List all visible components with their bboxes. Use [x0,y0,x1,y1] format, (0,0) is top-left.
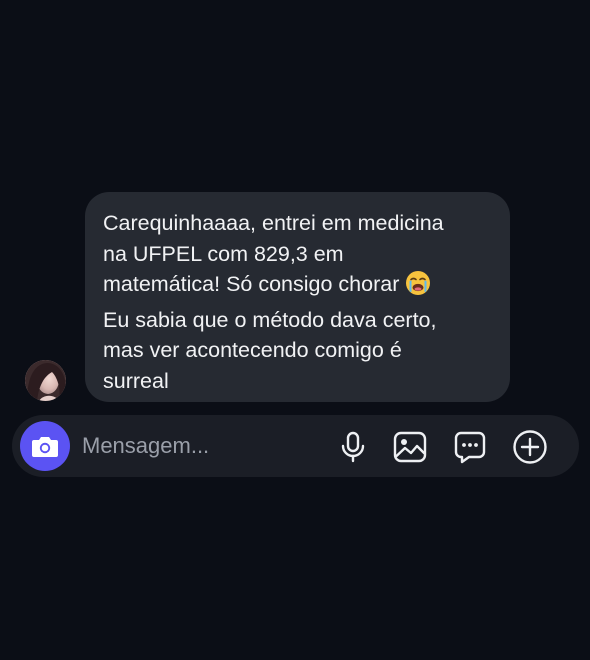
message-input[interactable] [82,428,312,464]
microphone-button[interactable] [335,429,371,465]
chat-bubble-icon [454,431,486,464]
message-bubble[interactable]: Carequinhaaaa, entrei em medicina na UFP… [85,192,510,402]
message-composer [12,415,579,477]
image-icon [393,431,427,463]
sticker-button[interactable] [452,429,488,465]
add-button[interactable] [512,429,548,465]
message-line-text: matemática! Só consigo chorar [103,272,400,296]
message-line: na UFPEL com 829,3 em [103,241,344,266]
microphone-icon [341,431,365,463]
message-line: surreal [103,368,169,393]
sender-avatar[interactable] [25,360,66,401]
camera-button[interactable] [20,421,70,471]
plus-circle-icon [513,430,547,464]
message-line: mas ver acontecendo comigo é [103,338,402,362]
camera-icon [32,437,58,457]
avatar-photo [25,360,66,401]
message-line: Eu sabia que o método dava certo, [103,307,437,332]
message-line-with-emoji: matemática! Só consigo chorar [103,269,492,305]
gallery-button[interactable] [392,429,428,465]
loudly-crying-face-emoji-icon [405,270,431,305]
message-line: Carequinhaaaa, entrei em medicina [103,211,444,235]
